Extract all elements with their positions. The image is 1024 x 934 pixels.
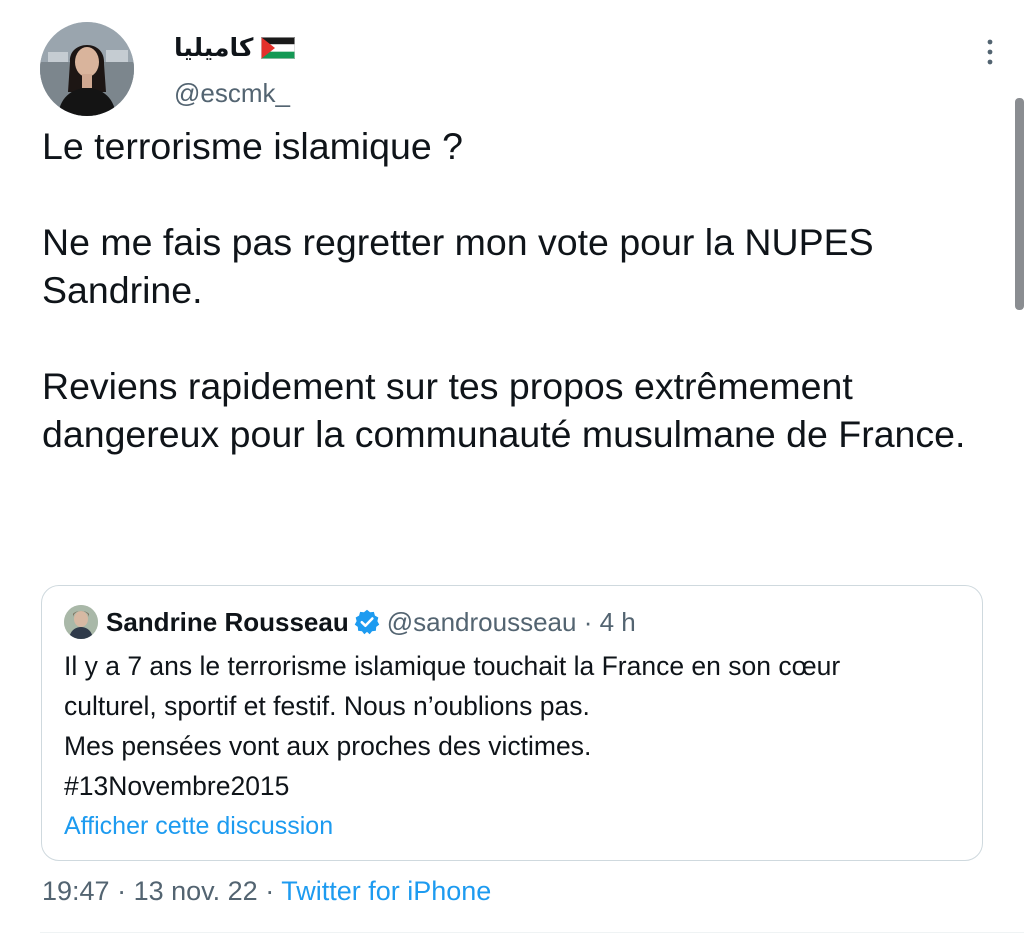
author-avatar[interactable] [40,22,134,116]
quoted-tweet-text: Il y a 7 ans le terrorisme islamique tou… [64,646,974,806]
quoted-tweet-line: culturel, sportif et festif. Nous n’oubl… [64,691,590,721]
tweet-date[interactable]: 13 nov. 22 [134,876,258,906]
tweet-metadata: 19:47 · 13 nov. 22 · Twitter for iPhone [42,876,491,907]
quoted-author-handle[interactable]: @sandrousseau [387,607,577,638]
show-thread-link[interactable]: Afficher cette discussion [64,812,333,841]
author-name-row[interactable]: كاميليا [174,30,296,66]
quoted-author-avatar[interactable] [64,605,98,639]
tweet-time[interactable]: 19:47 [42,876,110,906]
author-handle[interactable]: @escmk_ [174,78,290,109]
divider [40,932,1024,933]
quoted-tweet-time[interactable]: 4 h [600,607,636,638]
verified-badge-icon [354,609,379,635]
tweet-paragraph: Ne me fais pas regretter mon vote pour l… [42,221,874,311]
more-vertical-icon[interactable] [978,36,1002,68]
quoted-tweet-line: Mes pensées vont aux proches des victime… [64,731,592,761]
quoted-tweet[interactable]: Sandrine Rousseau @sandrousseau · 4 h Il… [41,585,983,861]
tweet-paragraph: Le terrorisme islamique ? [42,125,463,167]
meta-separator: · [109,876,134,906]
palestine-flag-icon [261,37,296,59]
quoted-tweet-hashtag[interactable]: #13Novembre2015 [64,766,974,806]
tweet-source-link[interactable]: Twitter for iPhone [281,876,491,906]
author-display-name[interactable]: كاميليا [174,33,253,63]
tweet-paragraph: Reviens rapidement sur tes propos extrêm… [42,365,966,455]
quoted-tweet-header: Sandrine Rousseau @sandrousseau · 4 h [64,604,636,640]
tweet-text: Le terrorisme islamique ? Ne me fais pas… [42,122,992,458]
scrollbar[interactable] [1015,98,1024,310]
meta-separator: · [257,876,282,906]
quoted-meta-separator: · [583,606,593,637]
tweet-detail: كاميليا @escmk_ Le terrorisme islamique … [0,0,1024,934]
quoted-tweet-line: Il y a 7 ans le terrorisme islamique tou… [64,651,841,681]
quoted-author-name[interactable]: Sandrine Rousseau [106,607,349,638]
